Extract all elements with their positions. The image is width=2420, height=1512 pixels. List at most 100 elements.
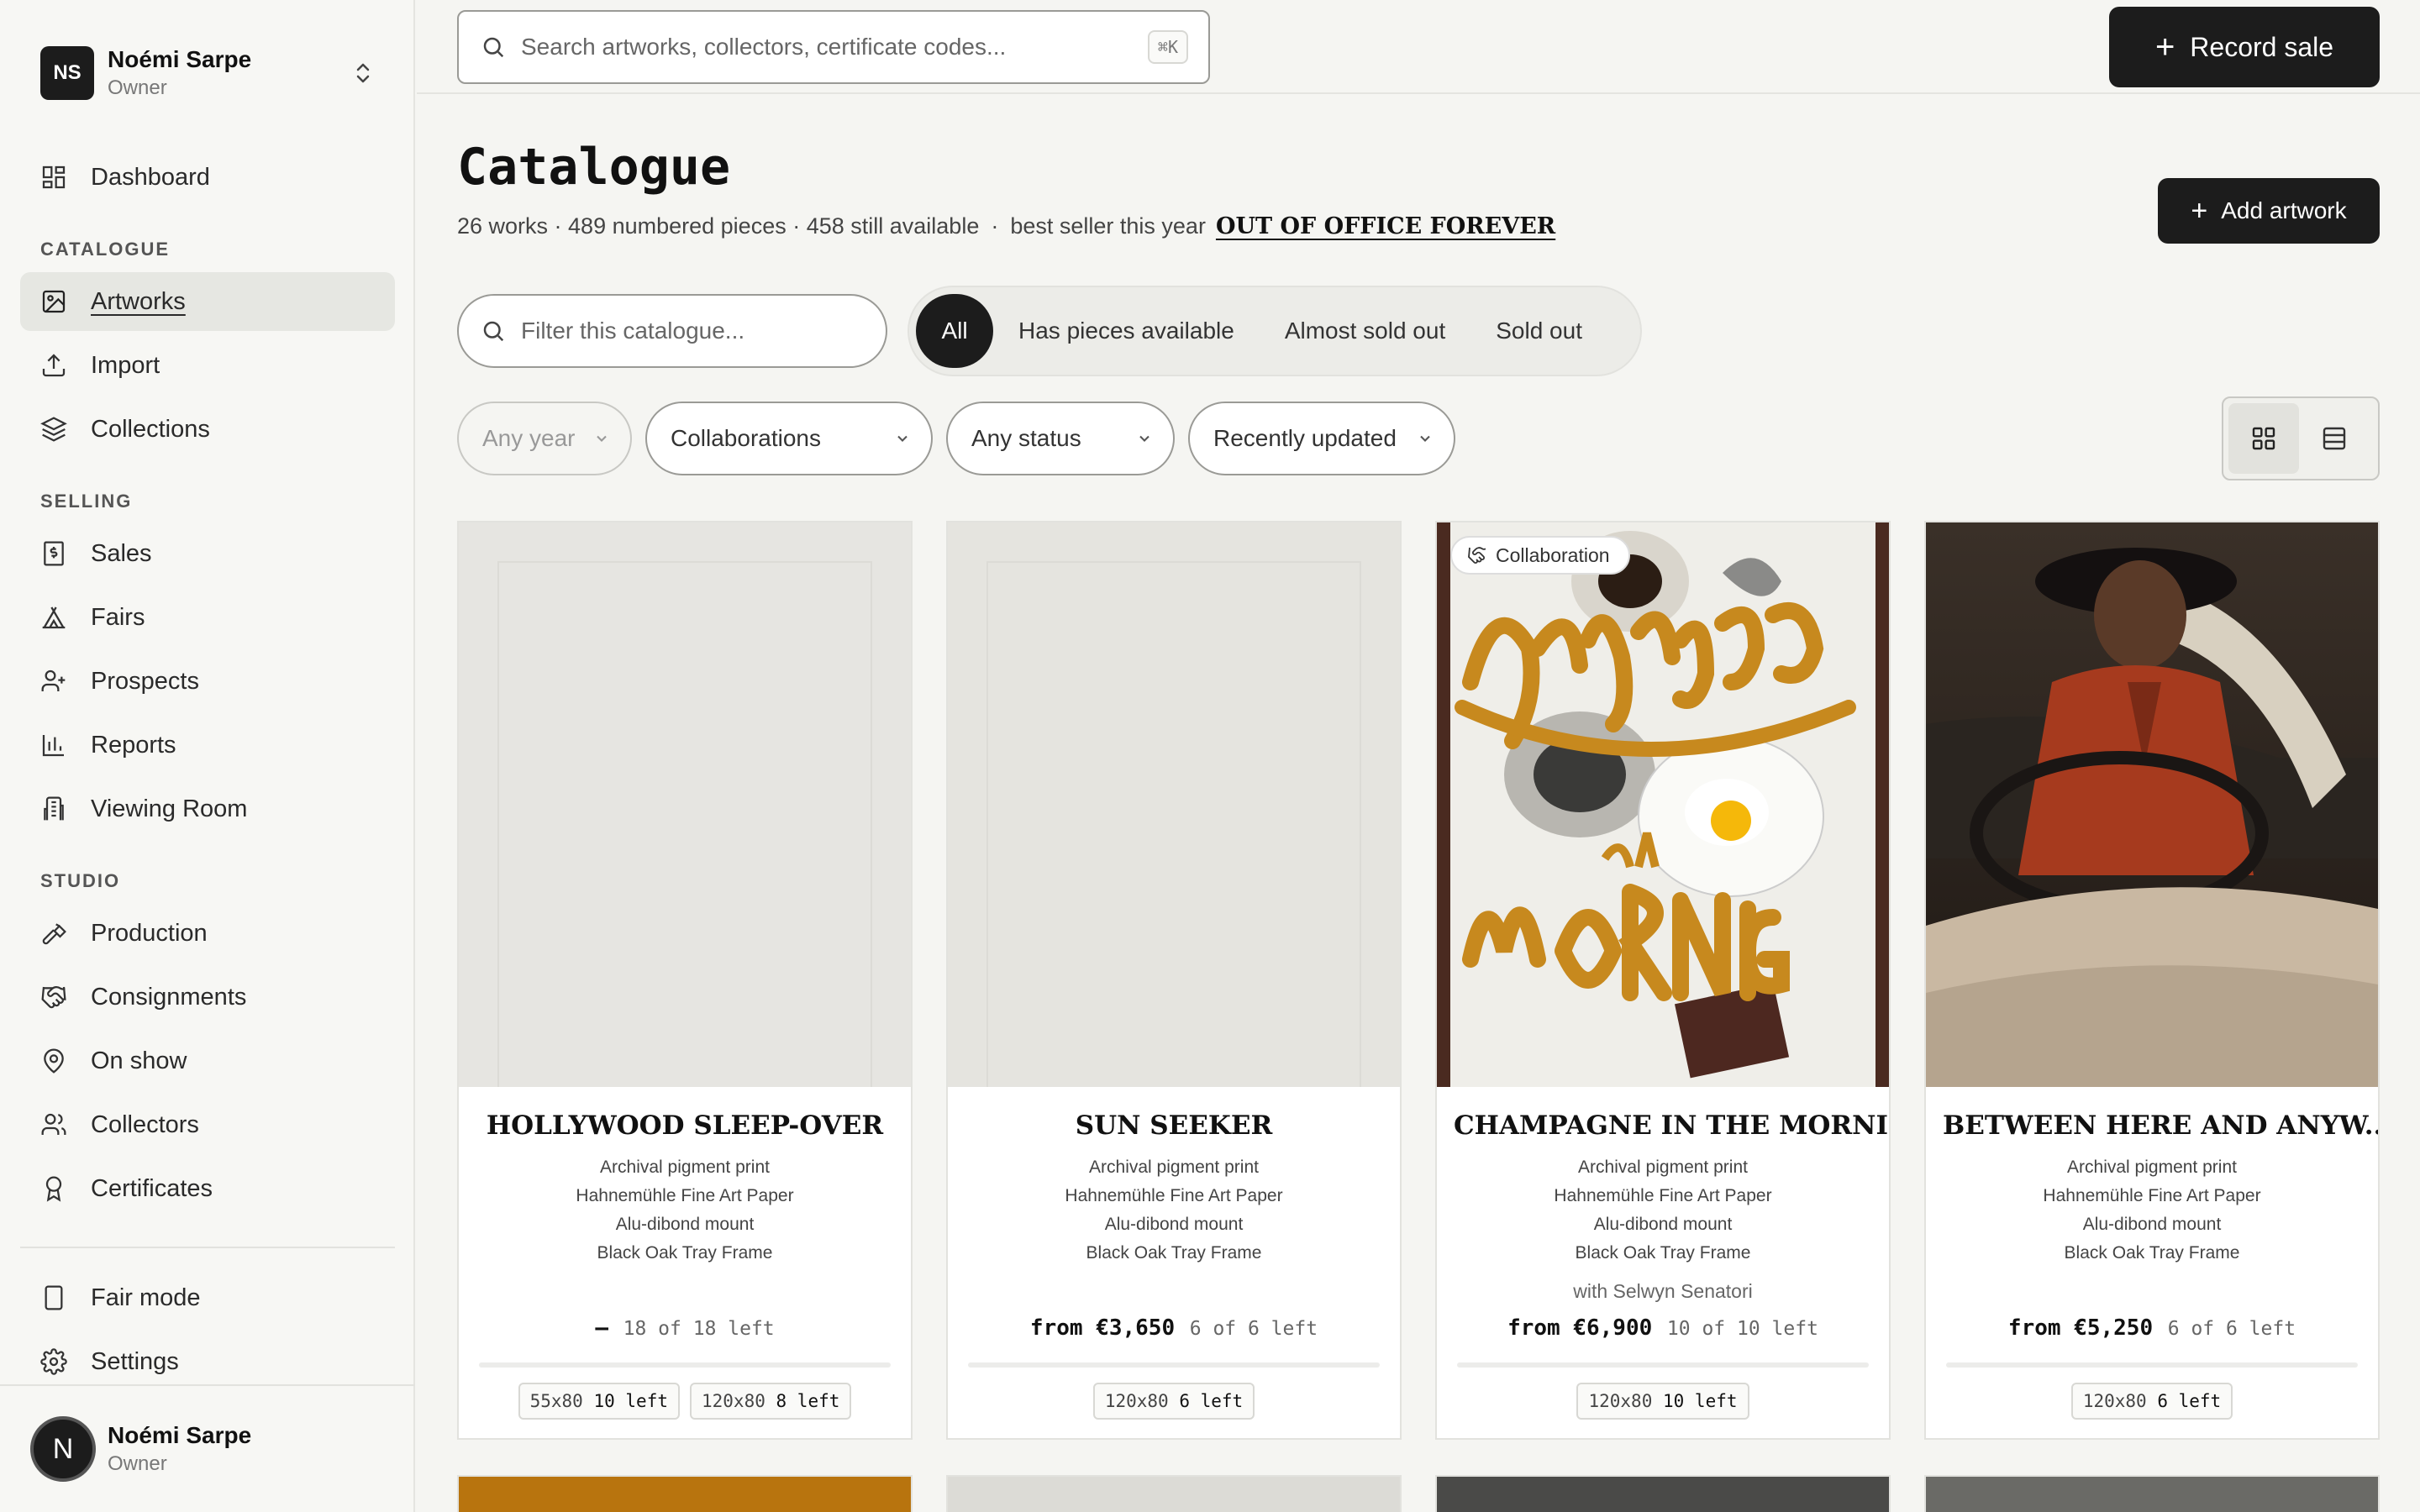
availability-bar xyxy=(479,1362,891,1368)
user-menu[interactable]: N Noémi Sarpe Owner xyxy=(0,1384,415,1512)
layers-icon xyxy=(40,417,67,442)
nav-artworks[interactable]: Artworks xyxy=(20,272,395,331)
variant-chips: 120x80 10 left xyxy=(1437,1383,1889,1420)
shortcut-hint: ⌘K xyxy=(1147,30,1188,64)
price-line: from €6,900 10 of 10 left xyxy=(1437,1315,1889,1341)
artwork-availability: 10 of 10 left xyxy=(1666,1318,1818,1340)
section-studio: STUDIO xyxy=(40,870,121,891)
price-line: from €3,650 6 of 6 left xyxy=(948,1315,1400,1341)
global-search-input[interactable]: Search artworks, collectors, certificate… xyxy=(521,34,1148,60)
building-icon xyxy=(44,796,64,821)
year-dropdown[interactable]: Any year xyxy=(457,402,632,475)
variant-chip: 120x80 10 left xyxy=(1576,1383,1749,1420)
page-title: Catalogue xyxy=(457,138,731,197)
artwork-title: HOLLYWOOD SLEEP-OVER xyxy=(486,1110,884,1141)
status-dropdown[interactable]: Any status xyxy=(946,402,1175,475)
nav-import[interactable]: Import xyxy=(20,336,395,395)
artwork-placeholder-image xyxy=(459,522,911,1087)
nav-on-show[interactable]: On show xyxy=(20,1032,395,1090)
catalogue-filter[interactable]: Filter this catalogue... xyxy=(457,294,887,368)
artwork-card[interactable]: HOLLYWOOD SLEEP-OVER Archival pigment pr… xyxy=(457,521,913,1440)
bar-chart-icon xyxy=(42,735,64,757)
variant-chip: 120x80 6 left xyxy=(1092,1383,1255,1420)
nav-prospects[interactable]: Prospects xyxy=(20,652,395,711)
hammer-icon xyxy=(42,923,66,945)
availability-bar xyxy=(1457,1362,1869,1368)
artwork-image xyxy=(1926,522,2378,1087)
nav-fairs[interactable]: Fairs xyxy=(20,588,395,647)
nav-collections[interactable]: Collections xyxy=(20,400,395,459)
nav-import-label: Import xyxy=(91,351,160,379)
nav-reports[interactable]: Reports xyxy=(20,716,395,774)
global-search[interactable]: Search artworks, collectors, certificate… xyxy=(457,10,1210,84)
artwork-card[interactable]: SUN SEEKER Archival pigment print Hahnem… xyxy=(946,521,1402,1440)
variant-chip: 120x80 6 left xyxy=(2070,1383,2233,1420)
collaboration-badge: Collaboration xyxy=(1450,536,1630,575)
nav-sales[interactable]: Sales xyxy=(20,524,395,583)
chevron-down-icon xyxy=(897,435,908,442)
nav-collectors[interactable]: Collectors xyxy=(20,1095,395,1154)
artwork-card-partial[interactable] xyxy=(946,1475,1402,1512)
add-artwork-button[interactable]: + Add artwork xyxy=(2158,178,2380,244)
artwork-spec: Alu-dibond mount xyxy=(615,1215,755,1234)
variant-chips: 55x80 10 left 120x80 8 left xyxy=(459,1383,911,1420)
collaboration-badge-label: Collaboration xyxy=(1496,543,1610,566)
workspace-switcher[interactable]: NS Noémi Sarpe Owner xyxy=(40,44,373,102)
receipt-icon xyxy=(44,541,64,566)
artwork-price: from €3,650 xyxy=(1029,1315,1176,1341)
artwork-card-partial[interactable] xyxy=(457,1475,913,1512)
bestseller-link[interactable]: OUT OF OFFICE FOREVER xyxy=(1216,213,1555,239)
dashboard-icon xyxy=(42,165,66,189)
tent-icon xyxy=(42,606,66,629)
collaborations-dropdown[interactable]: Collaborations xyxy=(645,402,933,475)
artwork-spec: Alu-dibond mount xyxy=(2082,1215,2222,1234)
chevron-up-down-icon[interactable] xyxy=(353,56,373,90)
workspace-badge: NS xyxy=(40,46,94,100)
sort-dropdown-value: Recently updated xyxy=(1213,425,1397,451)
nav-settings-label: Settings xyxy=(91,1347,179,1375)
nav-prospects-label: Prospects xyxy=(91,667,199,695)
artwork-spec: Black Oak Tray Frame xyxy=(597,1243,773,1263)
artwork-price: — xyxy=(595,1315,608,1341)
artwork-card[interactable]: BETWEEN HERE AND ANYW... Archival pigmen… xyxy=(1924,521,2380,1440)
topbar: Search artworks, collectors, certificate… xyxy=(417,0,2420,94)
nav-certificates-label: Certificates xyxy=(91,1174,213,1202)
catalogue-summary: 26 works · 489 numbered pieces · 458 sti… xyxy=(457,213,1555,239)
nav-dashboard[interactable]: Dashboard xyxy=(20,148,395,207)
nav-production[interactable]: Production xyxy=(20,904,395,963)
artwork-spec: Archival pigment print xyxy=(1578,1158,1748,1177)
summary-separator: · xyxy=(991,213,999,239)
status-dropdown-value: Any status xyxy=(971,425,1081,451)
nav-fair-mode[interactable]: Fair mode xyxy=(20,1268,395,1327)
artwork-card[interactable]: Collaboration CHAMPAGNE IN THE MORNI... … xyxy=(1435,521,1891,1440)
artwork-title: BETWEEN HERE AND ANYW... xyxy=(1943,1110,2378,1141)
add-artwork-label: Add artwork xyxy=(2221,197,2347,223)
table-view-button[interactable] xyxy=(2299,403,2370,474)
segment-has-pieces[interactable]: Has pieces available xyxy=(993,294,1260,368)
artwork-card-partial[interactable] xyxy=(1924,1475,2380,1512)
artwork-card-partial[interactable] xyxy=(1435,1475,1891,1512)
plus-icon: + xyxy=(2154,28,2175,66)
record-sale-button[interactable]: + Record sale xyxy=(2109,7,2380,87)
year-dropdown-value: Any year xyxy=(482,425,576,451)
nav-settings[interactable]: Settings xyxy=(20,1332,395,1391)
search-icon xyxy=(483,37,504,58)
grid-icon xyxy=(2252,427,2275,450)
nav-consignments[interactable]: Consignments xyxy=(20,968,395,1026)
artwork-spec: Black Oak Tray Frame xyxy=(1575,1243,1751,1263)
summary-counts: 26 works · 489 numbered pieces · 458 sti… xyxy=(457,213,980,239)
segment-almost-sold-out[interactable]: Almost sold out xyxy=(1260,294,1470,368)
price-line: — 18 of 18 left xyxy=(459,1315,911,1341)
gear-icon xyxy=(40,1348,67,1375)
nav-production-label: Production xyxy=(91,919,208,947)
artwork-availability: 6 of 6 left xyxy=(2167,1318,2296,1340)
segment-sold-out[interactable]: Sold out xyxy=(1470,294,1607,368)
segment-all[interactable]: All xyxy=(916,294,993,368)
nav-certificates[interactable]: Certificates xyxy=(20,1159,395,1218)
catalogue-filter-input[interactable]: Filter this catalogue... xyxy=(521,318,744,344)
nav-consignments-label: Consignments xyxy=(91,983,247,1011)
sort-dropdown[interactable]: Recently updated xyxy=(1188,402,1455,475)
grid-view-button[interactable] xyxy=(2228,403,2299,474)
nav-fair-mode-label: Fair mode xyxy=(91,1284,201,1311)
nav-viewing-room[interactable]: Viewing Room xyxy=(20,780,395,838)
